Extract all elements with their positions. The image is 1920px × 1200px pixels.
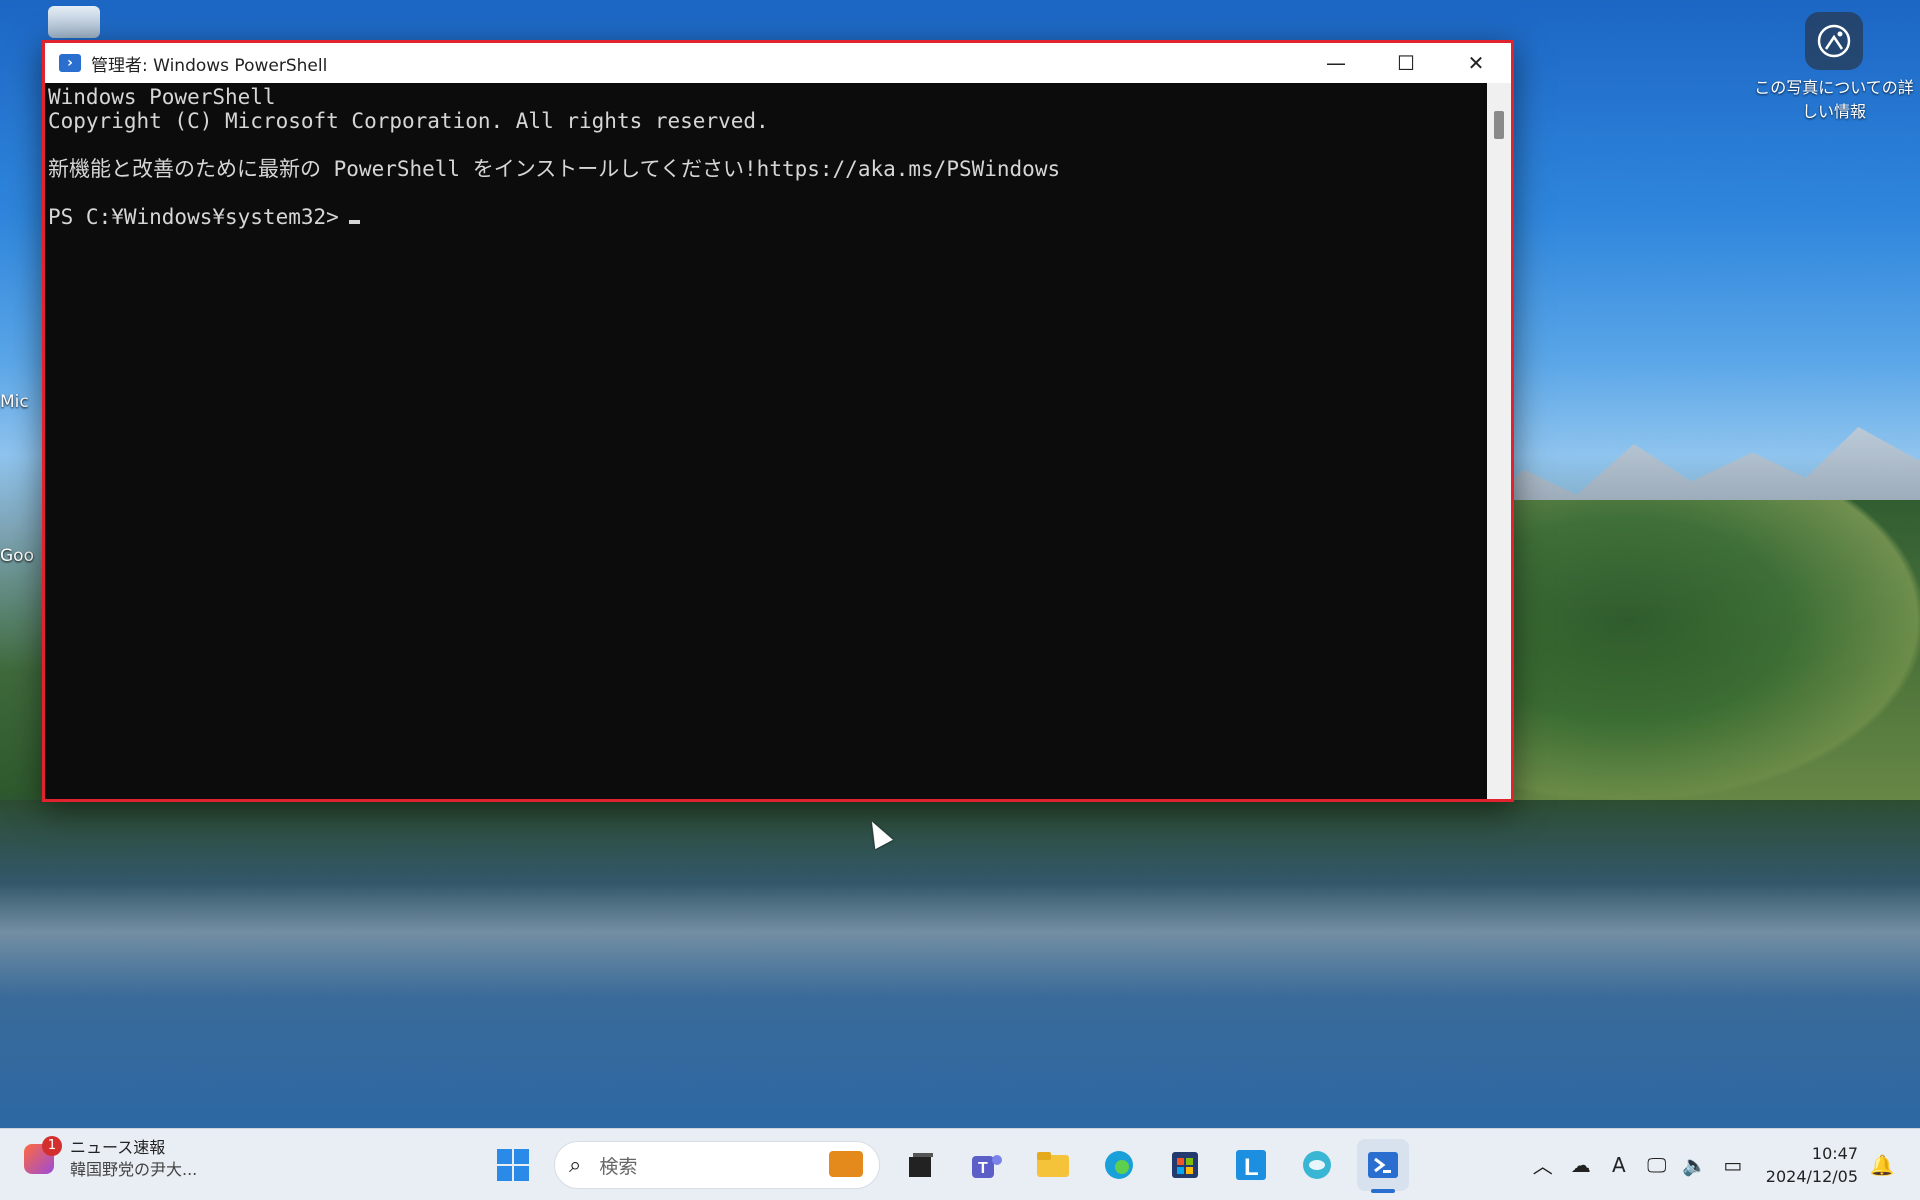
photo-info-widget[interactable]: この写真についての詳しい情報	[1752, 12, 1916, 124]
teams-icon[interactable]: T	[961, 1139, 1013, 1191]
network-icon[interactable]: 🖵	[1638, 1153, 1676, 1177]
active-indicator	[1371, 1189, 1395, 1193]
svg-text:T: T	[978, 1160, 988, 1177]
scrollbar-thumb[interactable]	[1494, 111, 1504, 139]
store-icon[interactable]	[1159, 1139, 1211, 1191]
console-prompt: PS C:¥Windows¥system32>	[48, 205, 339, 229]
console-output[interactable]: Windows PowerShell Copyright (C) Microso…	[45, 83, 1487, 799]
clock-date: 2024/12/05	[1765, 1166, 1858, 1186]
edge-icon[interactable]	[1093, 1139, 1145, 1191]
photo-info-label: この写真についての詳しい情報	[1754, 78, 1914, 121]
search-placeholder: 検索	[599, 1155, 638, 1178]
notification-bell-icon[interactable]: 🔔	[1864, 1153, 1900, 1177]
news-title: ニュース速報	[70, 1138, 166, 1157]
start-icon[interactable]	[487, 1139, 539, 1191]
console-line: Windows PowerShell	[48, 85, 276, 109]
onedrive-icon[interactable]: ☁	[1562, 1153, 1600, 1177]
battery-icon[interactable]: ▭	[1714, 1153, 1752, 1177]
task-view-icon[interactable]	[895, 1139, 947, 1191]
window-titlebar[interactable]: › 管理者: Windows PowerShell — ☐ ✕	[45, 43, 1511, 83]
l-app-icon[interactable]: L	[1225, 1139, 1277, 1191]
news-icon: 1	[24, 1136, 62, 1174]
vertical-scrollbar[interactable]	[1487, 83, 1511, 799]
window-title: 管理者: Windows PowerShell	[91, 55, 328, 76]
clock[interactable]: 10:47 2024/12/05	[1766, 1142, 1858, 1188]
console-line: Copyright (C) Microsoft Corporation. All…	[48, 109, 769, 133]
text-cursor	[348, 220, 360, 224]
minimize-button[interactable]: —	[1301, 43, 1371, 83]
chevron-up-icon[interactable]: ︿	[1524, 1150, 1562, 1179]
wallpaper-lake-reflection	[0, 800, 1920, 1130]
volume-icon[interactable]: 🔈	[1676, 1153, 1714, 1177]
recycle-bin-icon[interactable]	[48, 6, 100, 38]
powershell-window[interactable]: › 管理者: Windows PowerShell — ☐ ✕ Windows …	[42, 40, 1514, 802]
svg-text:L: L	[1244, 1154, 1259, 1181]
taskbar: 1 ニュース速報 韓国野党の尹大... ⌕ 検索 T L ︿ ☁ A 🖵 🔈 ▭…	[0, 1128, 1920, 1200]
powershell-icon[interactable]	[1357, 1139, 1409, 1193]
briefcase-icon	[829, 1151, 863, 1177]
powershell-icon: ›	[59, 54, 81, 72]
console-prompt-line[interactable]: PS C:¥Windows¥system32>	[48, 205, 1487, 229]
search-icon: ⌕	[569, 1152, 582, 1178]
notification-badge: 1	[42, 1136, 62, 1156]
news-subtitle: 韓国野党の尹大...	[70, 1160, 198, 1179]
file-explorer-icon[interactable]	[1027, 1139, 1079, 1191]
close-button[interactable]: ✕	[1441, 43, 1511, 83]
camera-info-icon	[1805, 12, 1863, 70]
desktop-icon-label-goo[interactable]: Goo	[0, 546, 34, 566]
taskbar-search-box[interactable]: ⌕ 検索	[554, 1141, 880, 1189]
desktop-icon-label-mic[interactable]: Mic	[0, 392, 29, 412]
news-widget[interactable]: 1 ニュース速報 韓国野党の尹大...	[24, 1136, 198, 1181]
maximize-button[interactable]: ☐	[1371, 43, 1441, 83]
console-line: 新機能と改善のために最新の PowerShell をインストールしてください!h…	[48, 157, 1061, 181]
system-tray: ︿ ☁ A 🖵 🔈 ▭ 10:47 2024/12/05 🔔	[1524, 1129, 1900, 1200]
clock-time: 10:47	[1811, 1143, 1858, 1163]
app-icon[interactable]	[1291, 1139, 1343, 1191]
wallpaper-trees	[1500, 500, 1920, 800]
ime-mode-icon[interactable]: A	[1600, 1153, 1638, 1177]
